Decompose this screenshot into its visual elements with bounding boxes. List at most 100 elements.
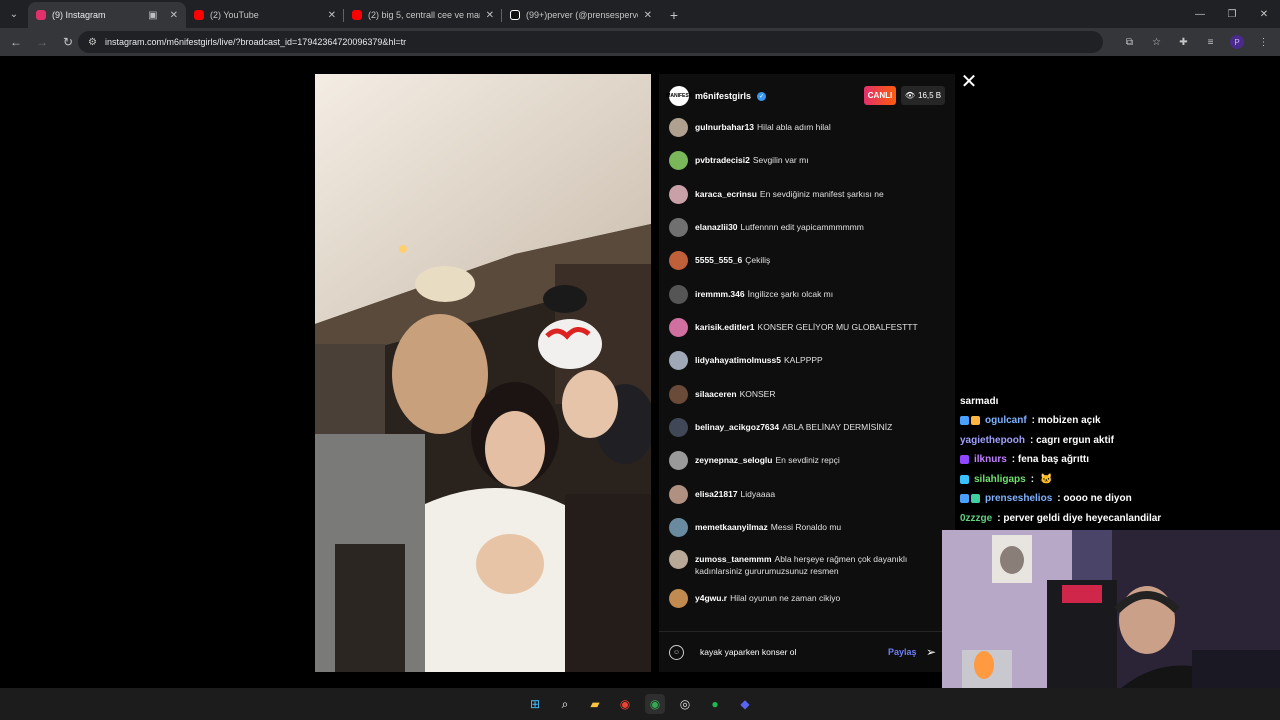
emoji-icon[interactable]: ☺	[669, 644, 684, 660]
discord-icon[interactable]: ◆	[735, 694, 755, 714]
list-item: memetkaanyilmaz Messi Ronaldo mu	[669, 518, 939, 537]
site-info-icon[interactable]: ⚙	[88, 37, 97, 48]
restore-icon[interactable]: ❐	[1216, 0, 1248, 28]
comment-input[interactable]: kayak yaparken konser ol	[700, 647, 870, 657]
avatar[interactable]	[669, 451, 688, 470]
bookmark-star-icon[interactable]: ☆	[1145, 32, 1168, 52]
windows-start-icon[interactable]: ⊞	[525, 694, 545, 714]
new-tab-button[interactable]: +	[660, 2, 688, 28]
forward-icon[interactable]: →	[30, 30, 54, 54]
comment-username[interactable]: zeynepnaz_seloglu	[695, 455, 772, 465]
share-button[interactable]: Paylaş	[888, 647, 917, 657]
chat-line: silahligaps : 🐱	[960, 474, 1052, 485]
tab-youtube-2[interactable]: (2) big 5, centrall cee ve mançı ✕	[344, 2, 502, 28]
comment-username[interactable]: zumoss_tanemmm	[695, 554, 772, 564]
avatar[interactable]	[669, 318, 688, 337]
avatar[interactable]	[669, 218, 688, 237]
obs-icon[interactable]: ◎	[675, 694, 695, 714]
avatar[interactable]	[669, 518, 688, 537]
cat-emote-icon: 🐱	[1040, 474, 1053, 485]
browser-tab-strip: ⌄ (9) Instagram ▣ ✕ (2) YouTube ✕ (2) bi…	[0, 0, 1280, 28]
tab-close-icon[interactable]: ✕	[328, 10, 336, 21]
comment-text: İngilizce şarkı olcak mı	[747, 289, 834, 299]
avatar[interactable]	[669, 151, 688, 170]
tab-title: (99+)perver (@prensesperver) |	[526, 10, 638, 20]
tab-search-icon[interactable]: ⌄	[0, 0, 28, 28]
comment-username[interactable]: iremmm.346	[695, 289, 745, 299]
avatar[interactable]	[669, 550, 688, 569]
avatar[interactable]	[669, 251, 688, 270]
comment-username[interactable]: y4gwu.r	[695, 593, 727, 603]
comment-username[interactable]: pvbtradecisi2	[695, 155, 750, 165]
badge-icon	[971, 416, 980, 425]
account-username[interactable]: m6nifestgirls	[695, 91, 751, 101]
comment-text: Lidyaaaa	[740, 489, 776, 499]
tab-tiktok[interactable]: (99+)perver (@prensesperver) | ✕	[502, 2, 660, 28]
list-item: iremmm.346 İngilizce şarkı olcak mı	[669, 285, 939, 304]
avatar[interactable]	[669, 285, 688, 304]
avatar[interactable]	[669, 485, 688, 504]
close-live-icon[interactable]: ✕	[958, 70, 980, 93]
avatar[interactable]	[669, 589, 688, 608]
comment-username[interactable]: karaca_ecrinsu	[695, 189, 757, 199]
reload-icon[interactable]: ↻	[56, 30, 80, 54]
comment-username[interactable]: gulnurbahar13	[695, 122, 754, 132]
avatar[interactable]	[669, 418, 688, 437]
badge-icon	[960, 416, 969, 425]
comment-text: Hilal abla adım hilal	[757, 122, 831, 132]
reading-list-icon[interactable]: ≡	[1199, 32, 1222, 52]
window-controls: — ❐ ✕	[1184, 0, 1280, 28]
chat-text: : fena baş ağrıttı	[1011, 454, 1090, 465]
comment-text: Messi Ronaldo mu	[770, 522, 842, 532]
badge-icon	[960, 475, 969, 484]
live-badge: CANLI	[864, 86, 896, 105]
tab-title: (2) YouTube	[210, 10, 259, 20]
live-header: MANIFEST m6nifestgirls ✓ CANLI 👁 16,5 B	[659, 74, 955, 118]
chat-line: yagiethepooh : cagrı ergun aktif	[960, 435, 1114, 446]
live-comments-panel: MANIFEST m6nifestgirls ✓ CANLI 👁 16,5 B …	[659, 74, 955, 672]
chrome-active-icon[interactable]: ◉	[645, 694, 665, 714]
avatar[interactable]	[669, 118, 688, 137]
comment-text: En sevdiniz repçi	[775, 455, 840, 465]
comment-username[interactable]: belinay_acikgoz7634	[695, 422, 779, 432]
address-bar[interactable]: ⚙ instagram.com/m6nifestgirls/live/?broa…	[78, 31, 1103, 53]
avatar[interactable]	[669, 185, 688, 204]
windows-taskbar: ⊞ ⌕ ▰ ◉ ◉ ◎ ● ◆	[0, 688, 1280, 720]
media-icon[interactable]: ▣	[148, 10, 157, 21]
comment-username[interactable]: silaaceren	[695, 389, 737, 399]
tab-instagram[interactable]: (9) Instagram ▣ ✕	[28, 2, 186, 28]
avatar[interactable]	[669, 385, 688, 404]
minimize-icon[interactable]: —	[1184, 0, 1216, 28]
search-icon[interactable]: ⌕	[555, 694, 575, 714]
extensions-icon[interactable]: ✚	[1172, 32, 1195, 52]
avatar[interactable]	[669, 351, 688, 370]
spotify-icon[interactable]: ●	[705, 694, 725, 714]
close-window-icon[interactable]: ✕	[1248, 0, 1280, 28]
comment-text: En sevdiğiniz manifest şarkısı ne	[759, 189, 884, 199]
send-icon[interactable]: ➢	[926, 645, 936, 659]
tab-close-icon[interactable]: ✕	[170, 10, 178, 21]
list-item: gulnurbahar13 Hilal abla adım hilal	[669, 118, 939, 137]
comment-username[interactable]: elisa21817	[695, 489, 738, 499]
comment-username[interactable]: lidyahayatimolmuss5	[695, 355, 781, 365]
list-item: karisik.editler1 KONSER GELİYOR MU GLOBAL…	[669, 318, 939, 337]
live-video[interactable]	[315, 74, 651, 672]
chat-line: 0zzzge : perver geldi diye heyecanlandil…	[960, 513, 1161, 524]
chrome-icon[interactable]: ◉	[615, 694, 635, 714]
file-explorer-icon[interactable]: ▰	[585, 694, 605, 714]
account-logo[interactable]: MANIFEST	[666, 86, 692, 106]
menu-kebab-icon[interactable]: ⋮	[1252, 32, 1275, 52]
tab-close-icon[interactable]: ✕	[486, 10, 494, 21]
chat-username: yagiethepooh	[960, 435, 1026, 446]
comment-username[interactable]: elanazlii30	[695, 222, 738, 232]
profile-avatar-icon[interactable]: P	[1230, 35, 1244, 49]
tab-close-icon[interactable]: ✕	[644, 10, 652, 21]
tab-youtube[interactable]: (2) YouTube ✕	[186, 2, 344, 28]
comment-username[interactable]: memetkaanyilmaz	[695, 522, 768, 532]
list-item: 5555_555_6 Çekiliş	[669, 251, 939, 270]
cast-icon[interactable]: ⧉	[1118, 32, 1141, 52]
instagram-favicon-icon	[36, 10, 46, 20]
comment-username[interactable]: 5555_555_6	[695, 255, 742, 265]
back-icon[interactable]: ←	[4, 30, 28, 54]
comment-username[interactable]: karisik.editler1	[695, 322, 755, 332]
